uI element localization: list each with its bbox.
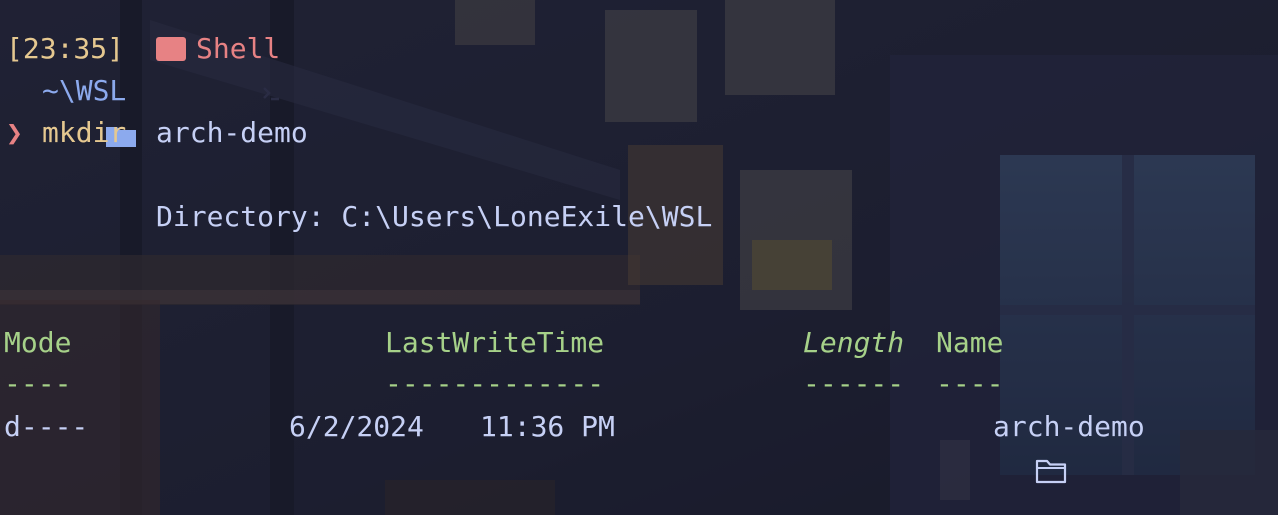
prompt-symbol: ❯ [6, 116, 23, 149]
command-argument: arch-demo [156, 116, 308, 149]
terminal-prompt-icon [156, 37, 280, 101]
row-time: 11:36 PM [480, 410, 615, 443]
header-last-write-time: LastWriteTime [385, 326, 605, 359]
table-header-row: Mode LastWriteTime Length Name [0, 323, 1278, 363]
underline-mode: ---- [4, 367, 72, 400]
table-row: d---- 6/2/2024 11:36 PM arch-demo [0, 407, 1278, 484]
header-length: Length [803, 326, 905, 359]
command-line: ❯ mkdir arch-demo [0, 113, 1278, 153]
prompt-header-line: [23:35] Shell [0, 29, 1278, 101]
table-header-underline-row: ---- ------------- ------ ---- [0, 364, 1278, 404]
directory-line: Directory: C:\Users\LoneExile\WSL [0, 197, 1278, 237]
prompt-path: ~\WSL [42, 74, 127, 107]
header-name: Name [936, 326, 1004, 359]
command-name: mkdir [42, 116, 127, 149]
underline-name: ---- [936, 367, 1004, 400]
directory-path: Directory: C:\Users\LoneExile\WSL [156, 200, 713, 233]
header-mode: Mode [4, 326, 72, 359]
prompt-time: [23:35] [6, 32, 125, 65]
row-mode: d---- [4, 410, 89, 443]
row-name: arch-demo [993, 410, 1145, 443]
row-date: 6/2/2024 [289, 410, 424, 443]
prompt-path-line: ~\WSL [0, 71, 1278, 147]
terminal-output: [23:35] Shell ~\WSL ❯ mkdir arch-demo Di… [0, 0, 1278, 515]
underline-last-write-time: ------------- [385, 367, 605, 400]
underline-length: ------ [803, 367, 905, 400]
prompt-shell-label: Shell [196, 32, 281, 65]
